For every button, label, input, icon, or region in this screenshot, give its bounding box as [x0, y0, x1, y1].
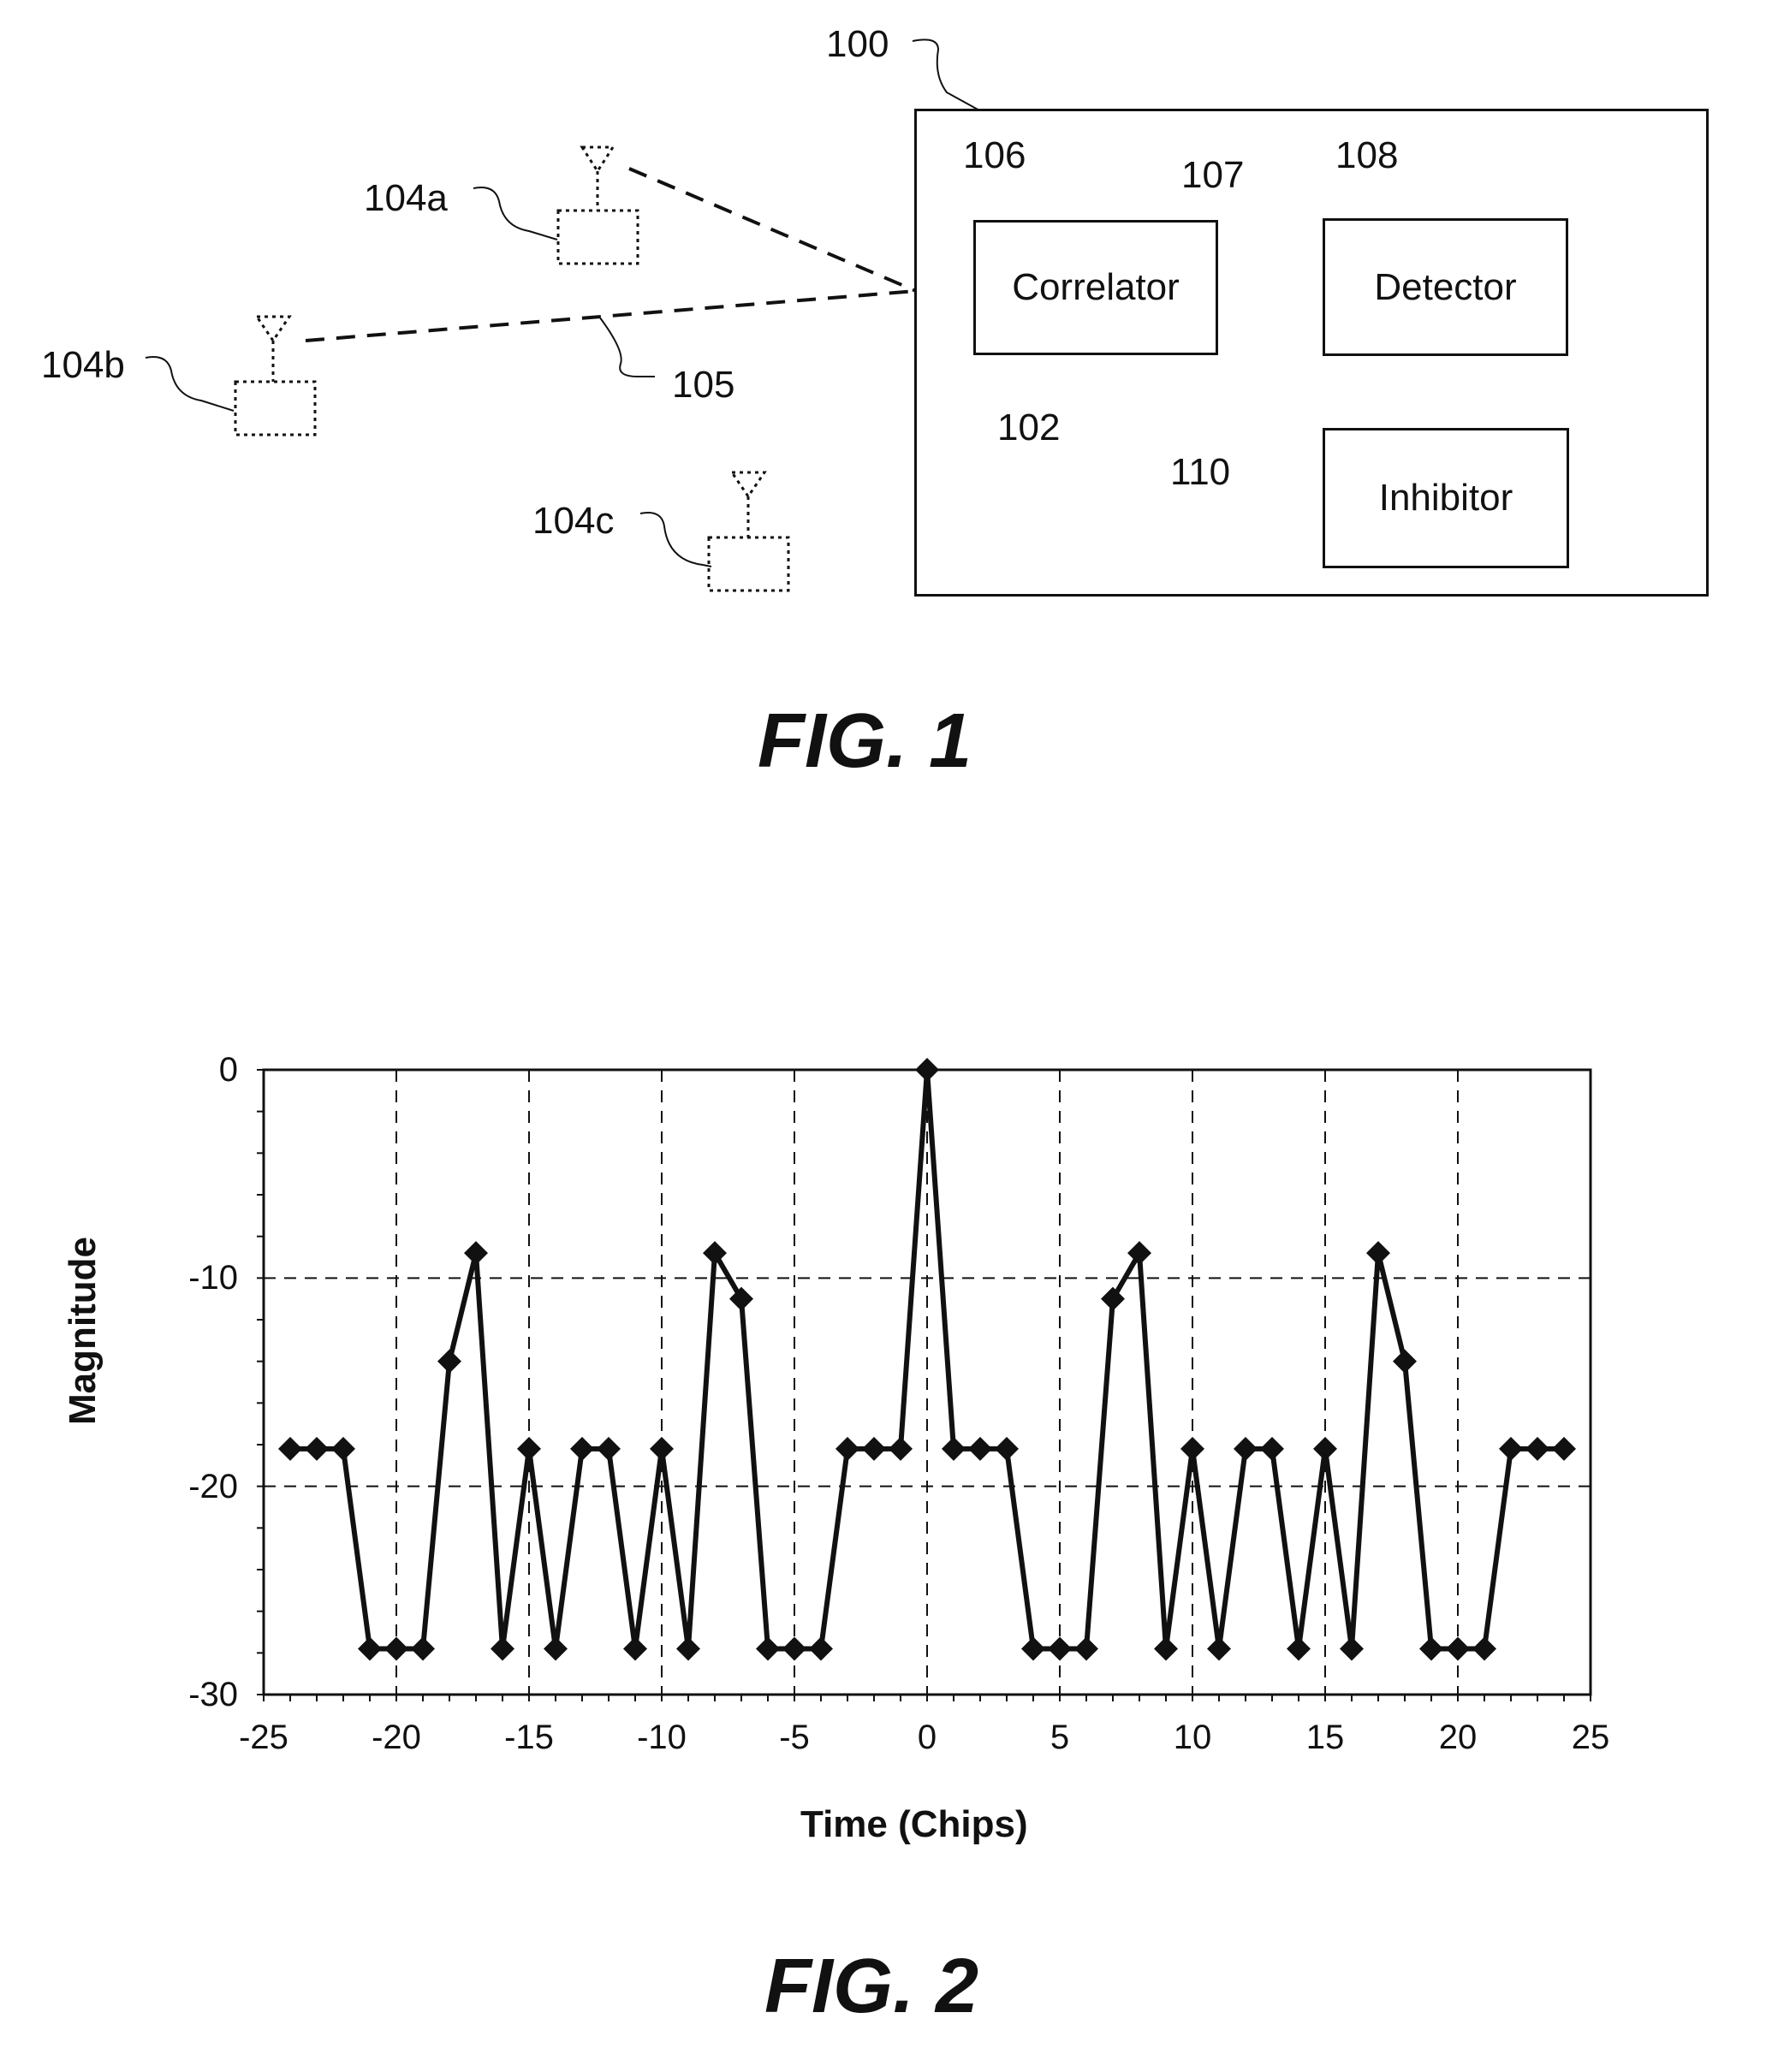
data-point [862, 1436, 886, 1461]
data-point [942, 1436, 966, 1461]
data-point [889, 1436, 913, 1461]
data-point [1207, 1636, 1231, 1661]
data-point [358, 1636, 382, 1661]
fig2-caption: FIG. 2 [764, 1944, 979, 2029]
data-point [437, 1349, 461, 1374]
data-point [650, 1436, 674, 1461]
y-tick-label: -20 [188, 1467, 238, 1505]
data-point [1419, 1636, 1443, 1661]
x-tick-label: -15 [504, 1719, 554, 1756]
y-axis-label: Magnitude [62, 1237, 104, 1425]
x-tick-label: -10 [637, 1719, 687, 1756]
ref-107: 107 [1181, 154, 1245, 196]
data-point [756, 1636, 780, 1661]
y-tick-label: 0 [218, 1051, 238, 1089]
data-point [1154, 1636, 1178, 1661]
y-tick-label: -10 [188, 1259, 238, 1297]
inhibitor-label: Inhibitor [1378, 477, 1513, 519]
data-point [1287, 1636, 1311, 1661]
inhibitor-block[interactable]: Inhibitor [1323, 428, 1569, 568]
data-point [570, 1436, 594, 1461]
data-point [1048, 1636, 1072, 1661]
data-point [1021, 1636, 1045, 1661]
data-point [1525, 1436, 1549, 1461]
transmitter-box-104b [234, 380, 317, 436]
data-point [1499, 1436, 1523, 1461]
data-point [384, 1636, 408, 1661]
detector-block[interactable]: Detector [1323, 218, 1568, 356]
data-point [1180, 1436, 1204, 1461]
data-point [1393, 1349, 1417, 1374]
data-point [729, 1286, 753, 1311]
transmitter-box-104c [707, 536, 790, 592]
data-point [995, 1436, 1019, 1461]
data-point [1101, 1286, 1125, 1311]
x-tick-label: -20 [372, 1719, 421, 1756]
data-point [968, 1436, 992, 1461]
data-point [1127, 1241, 1151, 1266]
x-tick-label: 10 [1173, 1719, 1212, 1756]
antenna-icon [729, 471, 767, 499]
ref-104c: 104c [532, 500, 615, 542]
fig1-caption: FIG. 1 [758, 698, 972, 784]
ref-105: 105 [672, 364, 735, 406]
data-point [544, 1636, 568, 1661]
leader-105 [598, 316, 655, 377]
data-point [1446, 1636, 1470, 1661]
x-tick-label: 5 [1050, 1719, 1070, 1756]
data-point [278, 1436, 302, 1461]
data-point [782, 1636, 806, 1661]
antenna-icon [580, 145, 615, 174]
data-point [1472, 1636, 1496, 1661]
transmitter-box-104a [556, 209, 639, 265]
ref-106: 106 [963, 134, 1026, 176]
ref-108: 108 [1335, 134, 1399, 176]
data-point [411, 1636, 435, 1661]
correlator-block[interactable]: Correlator [973, 220, 1218, 355]
data-point [331, 1436, 355, 1461]
detector-label: Detector [1374, 265, 1517, 308]
x-tick-label: -25 [239, 1719, 288, 1756]
data-point [491, 1636, 514, 1661]
x-tick-label: -5 [779, 1719, 810, 1756]
x-tick-label: 0 [917, 1719, 937, 1756]
data-point [703, 1241, 727, 1266]
data-point [464, 1241, 488, 1266]
signal-path-104a [628, 167, 917, 293]
x-axis-label: Time (Chips) [800, 1803, 1028, 1845]
ref-104b: 104b [41, 344, 125, 386]
data-point [1313, 1436, 1337, 1461]
x-tick-label: 20 [1438, 1719, 1478, 1756]
data-point [597, 1436, 621, 1461]
data-point [835, 1436, 859, 1461]
x-tick-label: 15 [1305, 1719, 1345, 1756]
ref-110: 110 [1170, 451, 1231, 493]
plot-area [262, 1068, 1592, 1696]
data-point [1366, 1241, 1390, 1266]
data-point [623, 1636, 647, 1661]
data-point [1074, 1636, 1098, 1661]
leader-100 [912, 39, 982, 112]
ref-102: 102 [997, 407, 1061, 448]
data-point [517, 1436, 541, 1461]
data-point [915, 1058, 939, 1082]
ref-100: 100 [826, 23, 889, 65]
data-point [1234, 1436, 1258, 1461]
antenna-icon [254, 315, 292, 343]
data-point [809, 1636, 833, 1661]
x-tick-label: 25 [1571, 1719, 1610, 1756]
y-tick-label: -30 [188, 1676, 238, 1713]
series-line [290, 1067, 1564, 1652]
data-point [1260, 1436, 1284, 1461]
data-point [305, 1436, 329, 1461]
ref-104a: 104a [364, 177, 448, 219]
correlator-label: Correlator [1012, 266, 1180, 308]
data-point [676, 1636, 700, 1661]
data-point [1340, 1636, 1364, 1661]
data-point [1552, 1436, 1576, 1461]
